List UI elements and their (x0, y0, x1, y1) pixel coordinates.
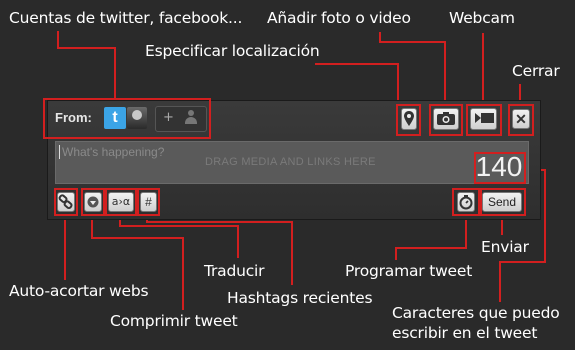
highlight-schedule (452, 188, 480, 216)
highlight-compress (81, 188, 105, 216)
highlight-location (396, 104, 421, 136)
label-compress: Comprimir tweet (110, 312, 238, 330)
highlight-webcam (466, 104, 502, 136)
highlight-accounts (43, 98, 211, 139)
label-shorten: Auto-acortar webs (9, 282, 149, 300)
compose-placeholder: What's happening? (62, 145, 165, 159)
drag-media-hint: DRAG MEDIA AND LINKS HERE (205, 156, 376, 168)
line-accounts (57, 31, 116, 100)
label-chars-line1: Caracteres que puedo (392, 304, 560, 322)
highlight-close (508, 104, 534, 136)
line-add-photo (379, 32, 446, 105)
label-add-photo: Añadir foto o video (267, 9, 411, 27)
label-accounts: Cuentas de twitter, facebook... (9, 9, 243, 27)
label-webcam: Webcam (449, 9, 515, 27)
label-translate: Traducir (204, 262, 265, 280)
label-schedule: Programar tweet (345, 262, 473, 280)
line-translate (119, 214, 239, 258)
line-location (315, 63, 399, 105)
highlight-translate (105, 188, 137, 216)
label-location: Especificar localización (145, 42, 320, 60)
highlight-shorten (54, 188, 78, 216)
text-cursor (59, 145, 60, 159)
label-chars-line2: escribir en el tweet (392, 324, 538, 342)
label-close: Cerrar (512, 62, 560, 80)
highlight-photo (429, 104, 463, 136)
highlight-send (480, 188, 526, 216)
label-send: Enviar (481, 238, 529, 256)
label-hashtags: Hashtags recientes (227, 289, 373, 307)
highlight-counter (474, 152, 526, 184)
highlight-hashtags (137, 188, 160, 216)
line-schedule (395, 214, 467, 260)
